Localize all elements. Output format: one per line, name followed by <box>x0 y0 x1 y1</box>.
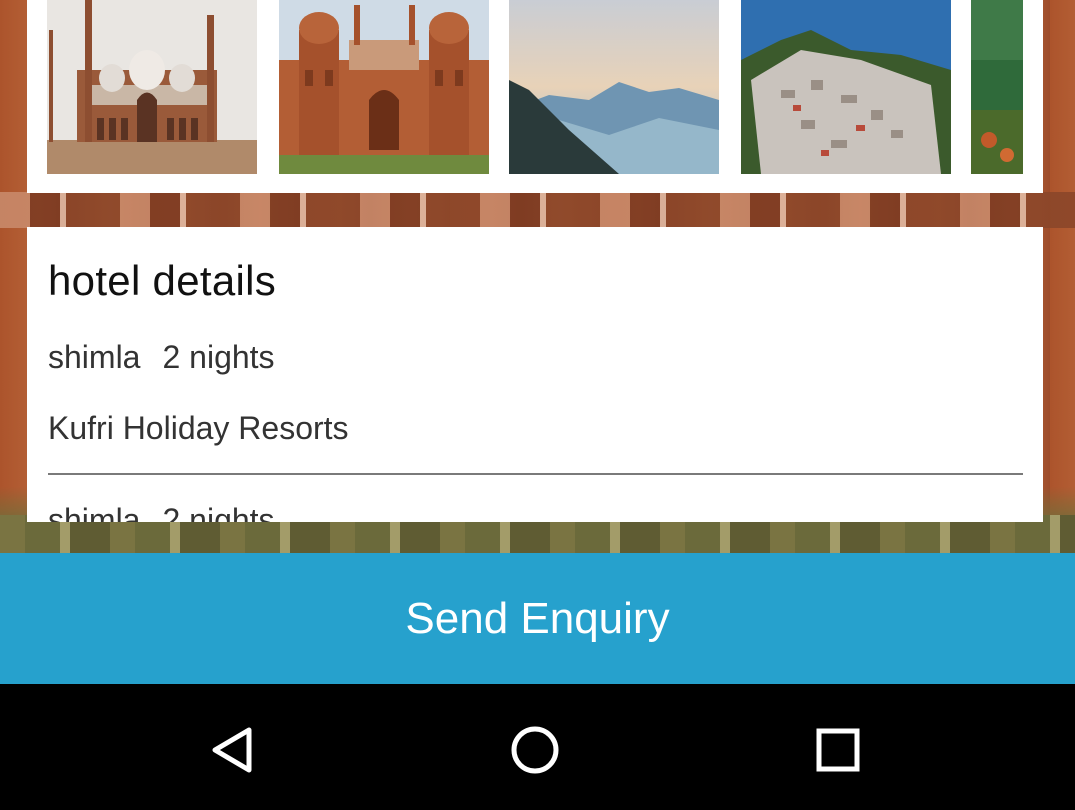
hotel-entry-nights: 2 nights <box>162 339 275 375</box>
home-icon[interactable] <box>507 722 563 778</box>
hotel-entry-1-name: Kufri Holiday Resorts <box>48 410 349 446</box>
recents-icon[interactable] <box>810 722 866 778</box>
forest-photo <box>971 0 1023 174</box>
background-detail <box>0 192 1075 228</box>
hotel-entry-1-location: shimla 2 nights <box>48 339 275 376</box>
gallery-image-2[interactable] <box>279 0 489 174</box>
send-enquiry-button[interactable]: Send Enquiry <box>0 553 1075 684</box>
red-fort-photo <box>279 0 489 174</box>
jama-masjid-photo <box>47 0 257 174</box>
hotel-entry-2-location: shimla 2 nights <box>48 502 275 522</box>
gallery-image-5[interactable] <box>971 0 1023 174</box>
hotel-entry-city: shimla <box>48 502 141 522</box>
gallery-image-1[interactable] <box>47 0 257 174</box>
gallery-image-3[interactable] <box>509 0 719 174</box>
hill-town-photo <box>741 0 951 174</box>
system-navigation-bar <box>0 684 1075 810</box>
hotel-details-card: hotel details shimla 2 nights Kufri Holid… <box>27 227 1043 522</box>
gallery-image-4[interactable] <box>741 0 951 174</box>
image-gallery[interactable] <box>27 0 1043 193</box>
hotel-entry-nights: 2 nights <box>162 502 275 522</box>
hotel-details-title: hotel details <box>48 257 277 304</box>
divider <box>48 473 1023 475</box>
back-icon[interactable] <box>205 722 261 778</box>
misty-mountains-photo <box>509 0 719 174</box>
hotel-entry-city: shimla <box>48 339 141 375</box>
